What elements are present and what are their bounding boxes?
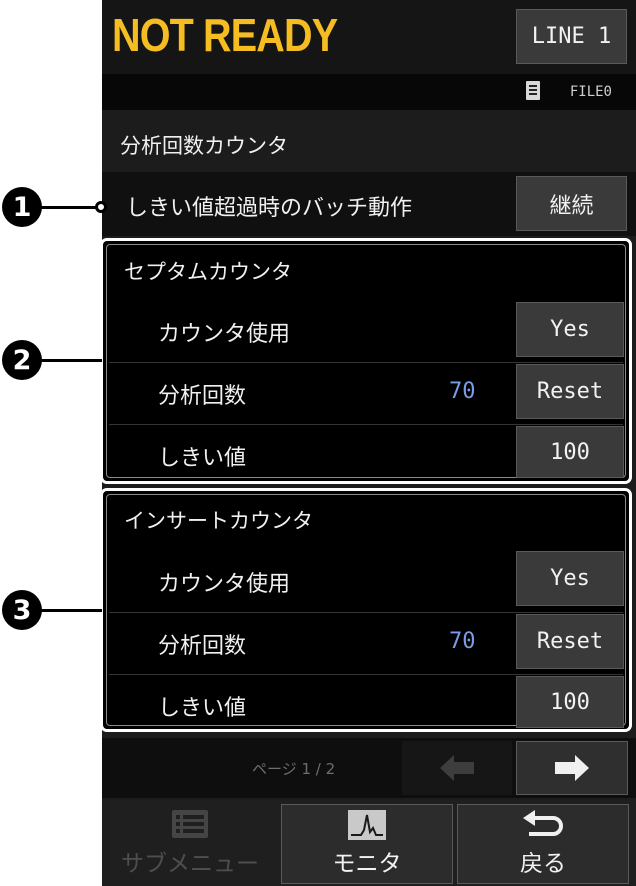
insert-reset-button[interactable]: Reset — [516, 614, 624, 669]
page-indicator: ページ 1 / 2 — [252, 760, 336, 778]
callout-1: 1 — [2, 187, 42, 227]
return-arrow-icon — [523, 810, 563, 836]
insert-count-value: 70 — [449, 629, 476, 654]
insert-use-button[interactable]: Yes — [516, 551, 624, 606]
list-icon — [172, 810, 208, 838]
status-text: NOT READY — [112, 9, 338, 61]
file-label: FILE0 — [569, 84, 612, 100]
septum-threshold-button[interactable]: 100 — [516, 426, 624, 478]
septum-count-label: 分析回数 — [158, 384, 247, 409]
insert-threshold-button[interactable]: 100 — [516, 676, 624, 728]
callout-3-line — [40, 609, 102, 612]
insert-count-label: 分析回数 — [158, 634, 247, 659]
septum-use-label: カウンタ使用 — [158, 322, 291, 347]
monitor-label: モニタ — [332, 851, 402, 877]
septum-use-button[interactable]: Yes — [516, 302, 624, 357]
septum-count-value: 70 — [449, 379, 476, 404]
threshold-action-label: しきい値超過時のバッチ動作 — [126, 196, 413, 221]
section-title: 分析回数カウンタ — [120, 134, 288, 158]
batch-action-button[interactable]: 継続 — [516, 176, 627, 231]
submenu-button[interactable]: サブメニュー — [104, 804, 276, 884]
callout-2: 2 — [2, 340, 42, 380]
back-label: 戻る — [520, 851, 566, 877]
septum-threshold-label: しきい値 — [158, 446, 247, 471]
callout-1-dot — [95, 201, 107, 213]
prev-page-button[interactable] — [402, 741, 512, 795]
line-button[interactable]: LINE 1 — [516, 9, 627, 64]
insert-threshold-label: しきい値 — [158, 696, 247, 721]
insert-use-label: カウンタ使用 — [158, 572, 291, 597]
arrow-left-icon — [440, 755, 474, 781]
callout-3: 3 — [2, 590, 42, 630]
submenu-label: サブメニュー — [121, 851, 259, 877]
monitor-icon — [348, 810, 386, 840]
back-button[interactable]: 戻る — [457, 804, 629, 884]
septum-counter-title: セプタムカウンタ — [124, 260, 292, 284]
callout-1-line — [40, 206, 98, 209]
file-bar — [102, 74, 636, 110]
arrow-right-icon — [555, 755, 589, 781]
insert-counter-title: インサートカウンタ — [124, 509, 313, 533]
monitor-button[interactable]: モニタ — [281, 804, 453, 884]
file-icon — [526, 81, 540, 100]
next-page-button[interactable] — [516, 741, 628, 795]
callout-2-line — [40, 359, 102, 362]
septum-reset-button[interactable]: Reset — [516, 364, 624, 419]
